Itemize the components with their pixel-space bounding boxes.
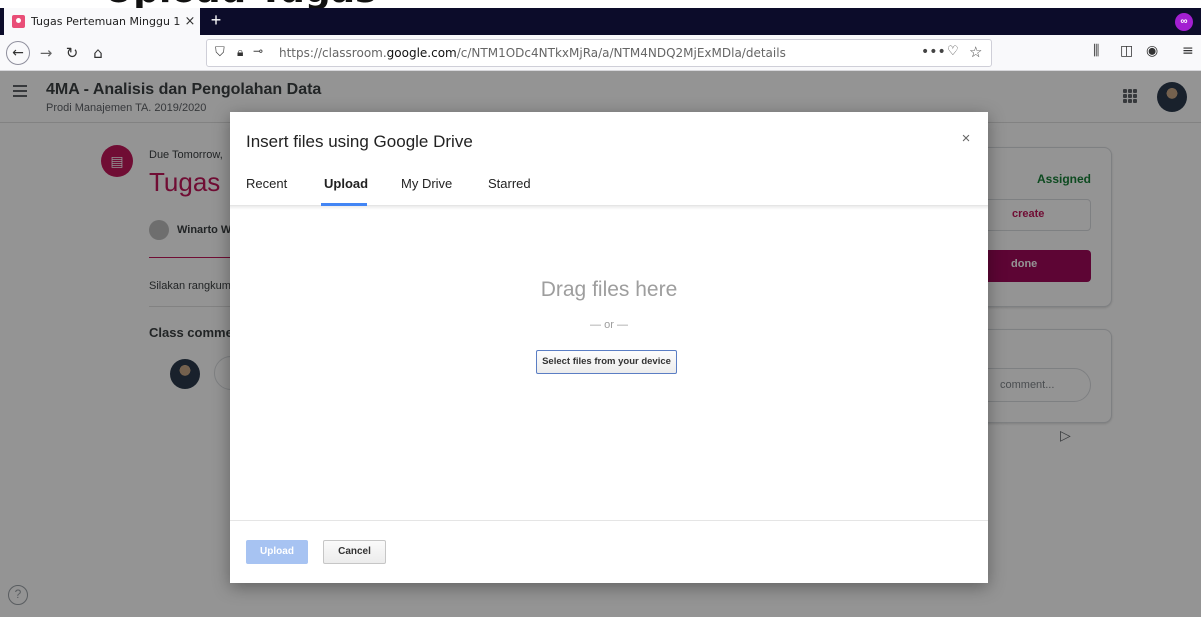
select-files-button[interactable]: Select files from your device (536, 350, 677, 374)
pocket-icon[interactable]: ♡ (947, 44, 959, 59)
lock-icon[interactable]: 🔒︎ (237, 45, 243, 60)
dialog-tabs: Recent Upload My Drive Starred (230, 164, 988, 206)
close-icon[interactable]: × (958, 130, 974, 147)
forward-arrow-icon[interactable]: → (36, 41, 56, 65)
library-icon[interactable]: ⫼ (1093, 43, 1099, 59)
url-text[interactable]: https://classroom.google.com/c/NTM1ODc4N… (279, 46, 786, 60)
tab-upload[interactable]: Upload (324, 176, 368, 191)
sidebar-icon[interactable]: ◫ (1120, 43, 1133, 59)
page-actions-icon[interactable]: ••• (921, 44, 946, 60)
bookmark-star-icon[interactable]: ☆ (969, 43, 982, 61)
drag-files-text: Drag files here (540, 278, 678, 301)
menu-icon[interactable]: ≡ (1182, 43, 1194, 59)
dialog-title: Insert files using Google Drive (246, 132, 473, 151)
caption-strip: Upload Tugas (0, 0, 1201, 8)
reload-icon[interactable]: ↻ (62, 41, 82, 65)
key-icon[interactable]: ⊸ (253, 44, 263, 58)
dialog-footer: Upload Cancel (230, 520, 988, 583)
browser-tab[interactable]: Tugas Pertemuan Minggu 1 × (4, 8, 200, 35)
tab-close-icon[interactable]: × (180, 14, 200, 29)
url-bar[interactable]: ⛉ 🔒︎ ⊸ https://classroom.google.com/c/NT… (206, 39, 992, 67)
tab-my-drive[interactable]: My Drive (401, 176, 452, 191)
drive-picker-dialog: Insert files using Google Drive × Recent… (230, 112, 988, 583)
back-arrow-icon[interactable]: ← (6, 41, 30, 65)
classroom-favicon-icon (12, 15, 25, 28)
tracking-shield-icon[interactable]: ⛉ (215, 45, 225, 60)
tab-recent[interactable]: Recent (246, 176, 287, 191)
tab-title: Tugas Pertemuan Minggu 1 (31, 15, 180, 28)
tab-starred[interactable]: Starred (488, 176, 531, 191)
browser-navbar: ← → ↻ ⌂ ⛉ 🔒︎ ⊸ https://classroom.google.… (0, 35, 1201, 71)
tabs-shadow (230, 206, 988, 210)
browser-tabstrip: Tugas Pertemuan Minggu 1 × + ∞ (0, 8, 1201, 35)
private-browsing-icon: ∞ (1175, 13, 1193, 31)
or-separator: — or — (590, 319, 628, 331)
new-tab-button[interactable]: + (206, 8, 226, 35)
account-icon[interactable]: ◉ (1146, 43, 1158, 59)
cancel-button[interactable]: Cancel (323, 540, 386, 564)
caption-text: Upload Tugas (104, 0, 376, 8)
upload-button[interactable]: Upload (246, 540, 308, 564)
home-icon[interactable]: ⌂ (88, 41, 108, 65)
